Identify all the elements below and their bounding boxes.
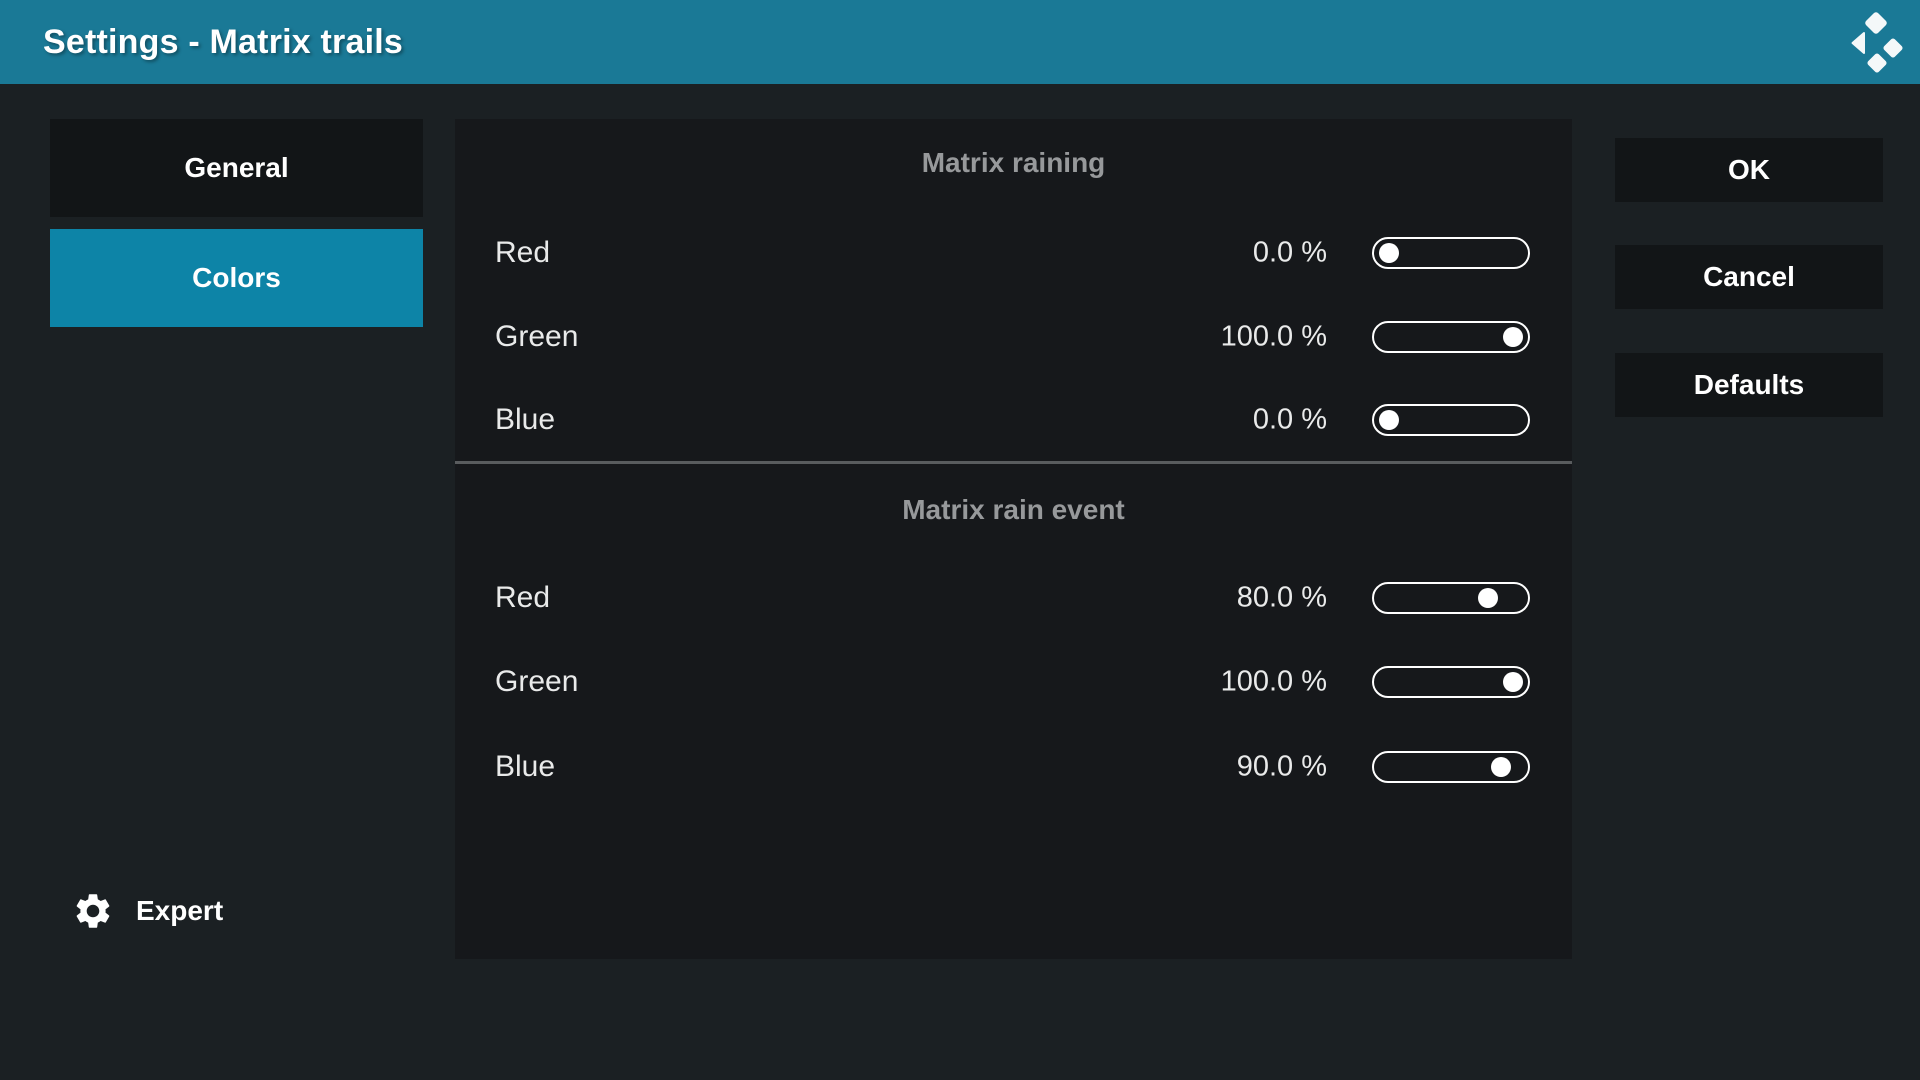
slider-raining-red[interactable] <box>1372 237 1530 269</box>
tab-general[interactable]: General <box>50 119 423 217</box>
slider-event-red[interactable] <box>1372 582 1530 614</box>
kodi-logo-icon <box>1850 11 1903 73</box>
setting-row-event-green: Green 100.0 % <box>455 655 1572 709</box>
defaults-button-label: Defaults <box>1694 369 1804 401</box>
cancel-button-label: Cancel <box>1703 261 1795 293</box>
setting-row-raining-green: Green 100.0 % <box>455 310 1572 364</box>
settings-level-toggle[interactable]: Expert <box>72 890 223 932</box>
setting-value: 0.0 % <box>1253 237 1327 270</box>
setting-row-event-blue: Blue 90.0 % <box>455 740 1572 794</box>
section-title-matrix-rain-event: Matrix rain event <box>455 490 1572 530</box>
settings-dialog: Settings - Matrix trails General Colors … <box>0 0 1920 1080</box>
tab-general-label: General <box>184 152 288 184</box>
ok-button-label: OK <box>1728 154 1770 186</box>
setting-label: Blue <box>495 750 555 784</box>
section-title-matrix-raining: Matrix raining <box>455 143 1572 183</box>
setting-value: 80.0 % <box>1237 582 1327 615</box>
dialog-title: Settings - Matrix trails <box>43 0 403 84</box>
defaults-button[interactable]: Defaults <box>1615 353 1883 417</box>
slider-knob[interactable] <box>1491 757 1511 777</box>
setting-value: 90.0 % <box>1237 751 1327 784</box>
slider-knob[interactable] <box>1478 588 1498 608</box>
gear-icon <box>72 890 114 932</box>
slider-knob[interactable] <box>1379 410 1399 430</box>
setting-label: Red <box>495 236 550 270</box>
tab-colors[interactable]: Colors <box>50 229 423 327</box>
setting-row-event-red: Red 80.0 % <box>455 571 1572 625</box>
cancel-button[interactable]: Cancel <box>1615 245 1883 309</box>
setting-value: 100.0 % <box>1221 666 1327 699</box>
slider-knob[interactable] <box>1503 327 1523 347</box>
setting-row-raining-red: Red 0.0 % <box>455 226 1572 280</box>
slider-event-blue[interactable] <box>1372 751 1530 783</box>
settings-level-label: Expert <box>136 895 223 927</box>
slider-knob[interactable] <box>1503 672 1523 692</box>
slider-knob[interactable] <box>1379 243 1399 263</box>
slider-event-green[interactable] <box>1372 666 1530 698</box>
dialog-header: Settings - Matrix trails <box>0 0 1920 84</box>
setting-label: Blue <box>495 403 555 437</box>
setting-label: Green <box>495 665 578 699</box>
setting-label: Red <box>495 581 550 615</box>
slider-raining-green[interactable] <box>1372 321 1530 353</box>
tab-colors-label: Colors <box>192 262 281 294</box>
slider-raining-blue[interactable] <box>1372 404 1530 436</box>
setting-value: 100.0 % <box>1221 321 1327 354</box>
setting-row-raining-blue: Blue 0.0 % <box>455 393 1572 447</box>
settings-panel: Matrix raining Red 0.0 % Green 100.0 % B… <box>455 119 1572 959</box>
setting-value: 0.0 % <box>1253 404 1327 437</box>
section-divider <box>455 461 1572 464</box>
ok-button[interactable]: OK <box>1615 138 1883 202</box>
setting-label: Green <box>495 320 578 354</box>
